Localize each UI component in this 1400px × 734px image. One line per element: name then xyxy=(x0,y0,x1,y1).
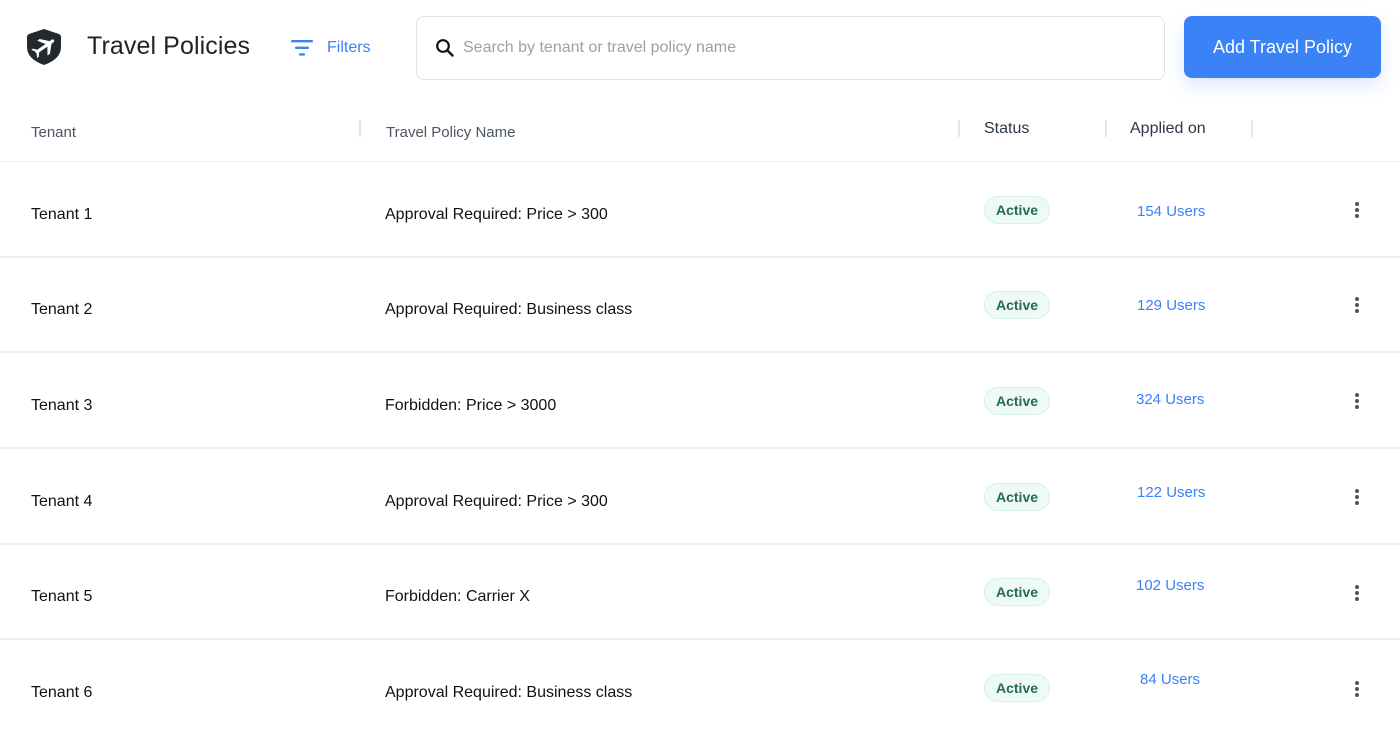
column-resize-handle[interactable] xyxy=(359,120,361,137)
table-row[interactable]: Tenant 5 Forbidden: Carrier X Active 102… xyxy=(0,545,1400,640)
filter-lines-icon xyxy=(291,40,313,56)
tenant-cell: Tenant 3 xyxy=(31,397,93,414)
status-badge: Active xyxy=(984,196,1051,224)
filters-button[interactable]: Filters xyxy=(290,36,371,60)
applied-users-link[interactable]: 324 Users xyxy=(1136,391,1204,408)
page-title: Travel Policies xyxy=(87,32,251,60)
applied-users-link[interactable]: 84 Users xyxy=(1140,671,1200,688)
table-row[interactable]: Tenant 3 Forbidden: Price > 3000 Active … xyxy=(0,354,1400,449)
status-badge: Active xyxy=(984,387,1051,415)
search-icon xyxy=(436,39,454,57)
shield-plane-icon xyxy=(26,28,62,66)
add-travel-policy-button[interactable]: Add Travel Policy xyxy=(1184,16,1381,78)
policy-name-cell: Forbidden: Price > 3000 xyxy=(385,397,557,414)
more-options-icon[interactable] xyxy=(1350,294,1364,316)
applied-users-link[interactable]: 102 Users xyxy=(1136,577,1204,594)
more-options-icon[interactable] xyxy=(1350,678,1364,700)
policy-name-cell: Approval Required: Price > 300 xyxy=(385,493,608,510)
search-box[interactable] xyxy=(416,16,1165,80)
column-resize-handle[interactable] xyxy=(1251,120,1253,137)
applied-users-link[interactable]: 122 Users xyxy=(1137,484,1205,501)
status-badge: Active xyxy=(984,483,1051,511)
table-row[interactable]: Tenant 2 Approval Required: Business cla… xyxy=(0,258,1400,353)
tenant-cell: Tenant 4 xyxy=(31,493,93,510)
applied-users-link[interactable]: 129 Users xyxy=(1137,297,1205,314)
column-header-policy-name[interactable]: Travel Policy Name xyxy=(386,124,515,141)
more-options-icon[interactable] xyxy=(1350,582,1364,604)
table-row[interactable]: Tenant 1 Approval Required: Price > 300 … xyxy=(0,163,1400,258)
column-header-applied-on[interactable]: Applied on xyxy=(1130,120,1206,138)
policy-name-cell: Approval Required: Business class xyxy=(385,301,633,318)
top-bar: Travel Policies Filters Add Travel Polic… xyxy=(0,0,1400,100)
status-badge: Active xyxy=(984,578,1051,606)
table-row[interactable]: Tenant 4 Approval Required: Price > 300 … xyxy=(0,450,1400,545)
table-row[interactable]: Tenant 6 Approval Required: Business cla… xyxy=(0,641,1400,734)
status-badge: Active xyxy=(984,674,1051,702)
more-options-icon[interactable] xyxy=(1350,486,1364,508)
tenant-cell: Tenant 1 xyxy=(31,206,93,223)
status-badge: Active xyxy=(984,291,1051,319)
filters-label: Filters xyxy=(327,39,371,56)
more-options-icon[interactable] xyxy=(1350,199,1364,221)
tenant-cell: Tenant 2 xyxy=(31,301,93,318)
more-options-icon[interactable] xyxy=(1350,390,1364,412)
column-resize-handle[interactable] xyxy=(1105,120,1107,137)
column-header-tenant[interactable]: Tenant xyxy=(31,124,76,141)
applied-users-link[interactable]: 154 Users xyxy=(1137,203,1205,220)
search-input[interactable] xyxy=(463,39,1164,57)
table-header: Tenant Travel Policy Name Status Applied… xyxy=(0,100,1400,162)
tenant-cell: Tenant 5 xyxy=(31,588,93,605)
tenant-cell: Tenant 6 xyxy=(31,684,93,701)
column-resize-handle[interactable] xyxy=(958,120,960,137)
column-header-status[interactable]: Status xyxy=(984,120,1029,138)
policy-name-cell: Approval Required: Price > 300 xyxy=(385,206,608,223)
policy-name-cell: Approval Required: Business class xyxy=(385,684,633,701)
policy-name-cell: Forbidden: Carrier X xyxy=(385,588,530,605)
